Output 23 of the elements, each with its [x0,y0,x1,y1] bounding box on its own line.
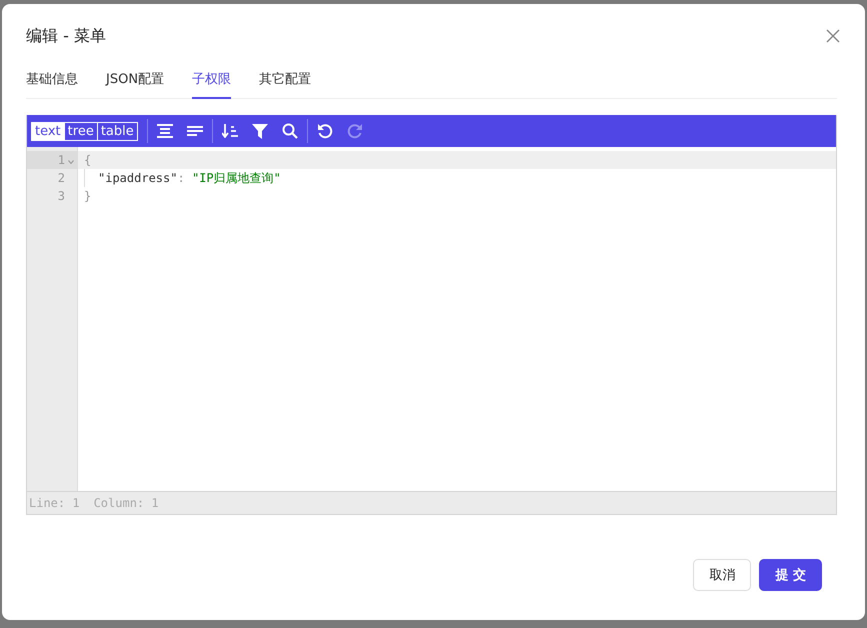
code-line: } [84,189,92,203]
line-number: 3 [58,189,65,203]
tab[interactable]: 基础信息 [26,66,78,99]
status-text: Column: 1 [94,496,159,510]
search-icon[interactable] [282,123,298,139]
tab[interactable]: JSON配置 [106,66,164,99]
tab[interactable]: 子权限 [192,66,232,99]
sort-icon[interactable] [222,124,238,138]
format-icon[interactable] [156,124,173,138]
code-line: { [84,153,92,167]
code-line: "ipaddress": "IP归属地查询" [98,170,281,186]
line-number: 2 [58,171,65,185]
dialog-title: 编辑 - 菜单 [26,26,106,46]
submit-button[interactable]: 提 交 [759,559,822,591]
tab[interactable]: 其它配置 [259,66,312,99]
line-number: 1 [58,153,65,167]
close-icon[interactable] [826,29,840,43]
filter-icon[interactable] [252,124,268,138]
status-text: Line: 1 [29,496,80,510]
undo-icon[interactable] [316,123,333,139]
cancel-button[interactable]: 取消 [693,559,752,591]
compact-icon[interactable] [186,126,203,136]
mode-button[interactable]: text [32,122,64,140]
